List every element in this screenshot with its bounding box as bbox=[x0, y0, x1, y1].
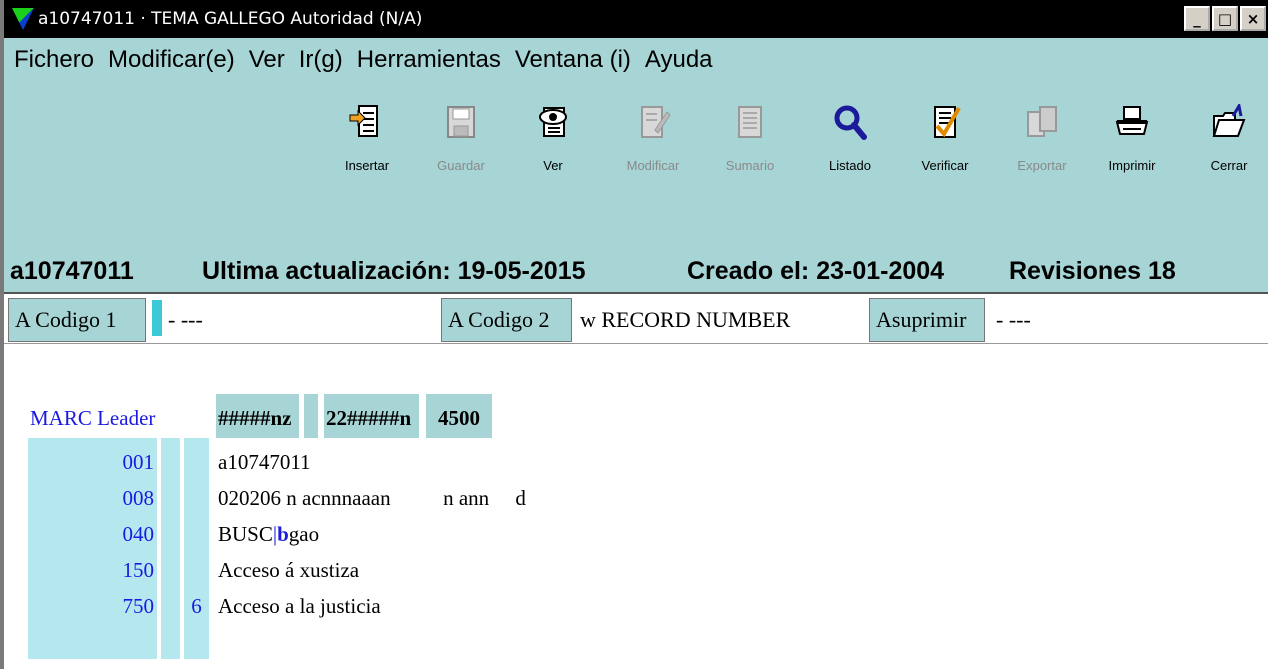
menu-bar: Fichero Modificar(e) Ver Ir(g) Herramien… bbox=[4, 38, 1268, 82]
window-title: a10747011 · TEMA GALLEGO Autoridad (N/A) bbox=[38, 9, 423, 29]
edit-icon bbox=[635, 104, 671, 140]
field-tag: 040 bbox=[122, 522, 155, 546]
title-bar[interactable]: a10747011 · TEMA GALLEGO Autoridad (N/A)… bbox=[4, 0, 1268, 38]
leader-part-2[interactable]: 22#####n bbox=[326, 406, 411, 431]
field-value: a10747011 bbox=[218, 450, 311, 474]
record-info-line: a10747011 Ultima actualización: 19-05-20… bbox=[4, 250, 1268, 292]
view-label: Ver bbox=[543, 158, 563, 173]
field-value: Acceso a la justicia bbox=[218, 594, 381, 618]
edit-label: Modificar bbox=[626, 158, 680, 173]
summary-button[interactable]: Sumario bbox=[707, 104, 793, 173]
record-id: a10747011 bbox=[10, 256, 134, 285]
suppress-label: Asuprimir bbox=[869, 298, 985, 342]
menu-fichero[interactable]: Fichero bbox=[14, 46, 94, 74]
export-icon bbox=[1024, 104, 1060, 140]
close-record-button[interactable]: Cerrar bbox=[1186, 104, 1268, 173]
created-date: Creado el: 23-01-2004 bbox=[687, 256, 945, 285]
code2-label: A Codigo 2 bbox=[441, 298, 572, 342]
list-label: Listado bbox=[829, 158, 871, 173]
close-record-label: Cerrar bbox=[1210, 158, 1248, 173]
save-icon bbox=[443, 104, 479, 140]
save-button[interactable]: Guardar bbox=[418, 104, 504, 173]
codes-row: A Codigo 1 - --- A Codigo 2 w RECORD NUM… bbox=[4, 292, 1268, 344]
printer-icon bbox=[1114, 104, 1150, 140]
marc-field-row[interactable]: 001 a10747011 bbox=[4, 446, 1268, 482]
menu-ventana[interactable]: Ventana (i) bbox=[515, 46, 631, 74]
field-value: 020206 n acnnnaaan n ann d bbox=[218, 486, 526, 510]
verify-label: Verificar bbox=[921, 158, 969, 173]
field-value-prefix: BUSC bbox=[218, 522, 273, 546]
edit-button[interactable]: Modificar bbox=[610, 104, 696, 173]
maximize-button[interactable]: □ bbox=[1212, 6, 1238, 31]
view-icon bbox=[535, 104, 571, 140]
print-label: Imprimir bbox=[1108, 158, 1156, 173]
field-tag: 008 bbox=[122, 486, 155, 510]
close-button[interactable]: × bbox=[1240, 6, 1266, 31]
marc-record: MARC Leader #####nz 22#####n 4500 001 a1… bbox=[4, 344, 1268, 669]
save-label: Guardar bbox=[437, 158, 485, 173]
export-button[interactable]: Exportar bbox=[999, 104, 1085, 173]
close-folder-icon bbox=[1211, 104, 1247, 140]
toolbar: Insertar Guardar Ver Modificar Sumario L… bbox=[4, 82, 1268, 212]
magnifier-icon bbox=[832, 104, 868, 140]
field-value-suffix: gao bbox=[288, 522, 320, 546]
menu-modificar[interactable]: Modificar(e) bbox=[108, 46, 235, 74]
leader-cell-2 bbox=[304, 394, 318, 438]
code2-value[interactable]: w RECORD NUMBER bbox=[580, 298, 790, 342]
marc-field-row[interactable]: 040 BUSC|bgao bbox=[4, 518, 1268, 554]
menu-herramientas[interactable]: Herramientas bbox=[357, 46, 501, 74]
field-value: Acceso á xustiza bbox=[218, 558, 360, 582]
menu-ayuda[interactable]: Ayuda bbox=[645, 46, 713, 74]
app-window: a10747011 · TEMA GALLEGO Autoridad (N/A)… bbox=[0, 0, 1268, 669]
export-label: Exportar bbox=[1017, 158, 1067, 173]
marc-leader-label: MARC Leader bbox=[30, 406, 156, 430]
app-logo-icon bbox=[12, 8, 34, 30]
insert-icon bbox=[349, 104, 385, 140]
checklist-icon bbox=[927, 104, 963, 140]
menu-ver[interactable]: Ver bbox=[249, 46, 285, 74]
field-tag: 750 bbox=[122, 594, 155, 618]
marc-field-row[interactable]: 150 Acceso á xustiza bbox=[4, 554, 1268, 590]
code1-label: A Codigo 1 bbox=[8, 298, 146, 342]
verify-button[interactable]: Verificar bbox=[902, 104, 988, 173]
leader-part-3[interactable]: 4500 bbox=[438, 406, 480, 431]
window-controls: _ □ × bbox=[1184, 6, 1266, 31]
code1-value[interactable]: - --- bbox=[168, 298, 203, 342]
subfield-code: b bbox=[277, 522, 289, 546]
minimize-button[interactable]: _ bbox=[1184, 6, 1210, 31]
print-button[interactable]: Imprimir bbox=[1089, 104, 1175, 173]
summary-icon bbox=[732, 104, 768, 140]
field-tag: 150 bbox=[122, 558, 155, 582]
field-value: BUSC|bgao bbox=[218, 522, 319, 547]
menu-ir[interactable]: Ir(g) bbox=[299, 46, 343, 74]
marc-field-row[interactable]: 008 020206 n acnnnaaan n ann d bbox=[4, 482, 1268, 518]
last-updated: Ultima actualización: 19-05-2015 bbox=[202, 256, 586, 285]
code1-marker bbox=[152, 300, 162, 336]
revisions-count: Revisiones 18 bbox=[1009, 256, 1176, 285]
insert-label: Insertar bbox=[344, 158, 390, 173]
marc-field-row[interactable]: 750 6 Acceso a la justicia bbox=[4, 590, 1268, 626]
summary-label: Sumario bbox=[725, 158, 775, 173]
insert-button[interactable]: Insertar bbox=[324, 104, 410, 173]
view-button[interactable]: Ver bbox=[510, 104, 596, 173]
suppress-value[interactable]: - --- bbox=[996, 298, 1031, 342]
list-button[interactable]: Listado bbox=[807, 104, 893, 173]
field-indicator: 6 bbox=[191, 594, 202, 618]
leader-part-1[interactable]: #####nz bbox=[218, 406, 292, 431]
field-tag: 001 bbox=[122, 450, 155, 474]
